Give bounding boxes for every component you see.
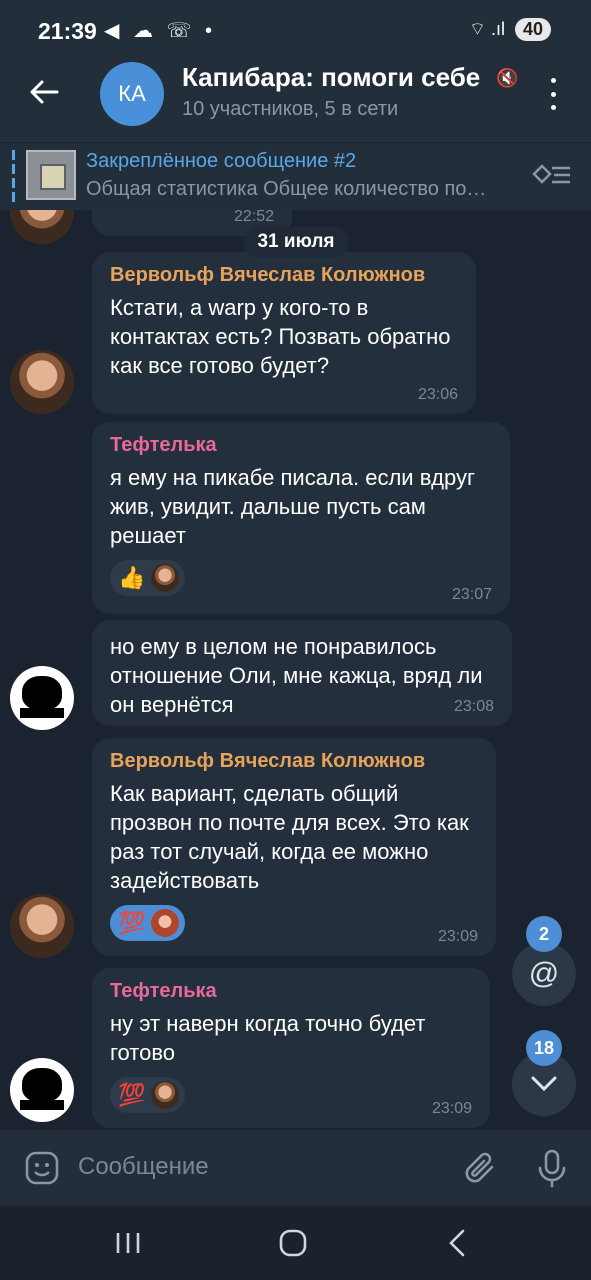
mute-icon: 🔇: [496, 68, 519, 88]
more-options-button[interactable]: [538, 74, 568, 114]
message-bubble[interactable]: но ему в целом не понравилось отношение …: [92, 620, 512, 726]
reaction-chip[interactable]: 👍: [110, 560, 186, 596]
message-text: ну эт наверн когда точно будет готово: [110, 1011, 426, 1065]
mentions-badge: 2: [526, 916, 562, 952]
message-text: я ему на пикабе писала. если вдруг жив, …: [110, 465, 475, 548]
message-time: 23:09: [431, 1100, 472, 1117]
reactions: 💯: [110, 905, 478, 941]
unread-badge: 18: [526, 1030, 562, 1066]
avatar[interactable]: [10, 1058, 74, 1122]
microphone-icon[interactable]: [536, 1148, 568, 1188]
at-icon: @: [528, 957, 560, 990]
status-right: ⌔ .ıl 40: [469, 18, 551, 41]
message-time: 23:06: [417, 386, 458, 403]
message-sender[interactable]: Тефтелька: [110, 434, 492, 457]
chat-avatar[interactable]: КА: [100, 62, 164, 126]
pinned-title: Закреплённое сообщение #2: [86, 150, 357, 172]
message-bubble[interactable]: Вервольф Вячеслав Колюжнов Кстати, а war…: [92, 252, 476, 414]
pinned-thumbnail: [26, 150, 76, 200]
date-separator: 31 июля: [243, 227, 349, 257]
message-text: Как вариант, сделать общий прозвон по по…: [110, 781, 469, 893]
battery-icon: 40: [514, 18, 551, 41]
message-text: Кстати, а warp у кого-то в контактах ест…: [110, 295, 451, 378]
status-notification-icons: ◀ ☁ ☏ •: [104, 20, 217, 42]
message-bubble[interactable]: Тефтелька я ему на пикабе писала. если в…: [92, 422, 510, 614]
reactions: 👍: [110, 560, 492, 596]
avatar[interactable]: [10, 350, 74, 414]
chat-area[interactable]: 22:52 Вервольф Вячеслав Колюжнов Кстати,…: [0, 210, 591, 1130]
reactions: 💯: [110, 1077, 472, 1113]
message-time: 23:09: [437, 928, 478, 945]
recent-apps-icon[interactable]: [114, 1230, 142, 1256]
arrow-left-icon: [30, 80, 59, 104]
message-sender[interactable]: Вервольф Вячеслав Колюжнов: [110, 750, 478, 773]
emoji-sticker-icon[interactable]: [24, 1150, 60, 1186]
message-text: но ему в целом не понравилось отношение …: [110, 634, 483, 717]
pinned-text: Общая статистика Общее количество по…: [86, 178, 487, 200]
message-sender[interactable]: Тефтелька: [110, 980, 472, 1003]
pinned-indicator: [12, 150, 15, 202]
reaction-chip[interactable]: 💯: [110, 905, 186, 941]
back-button[interactable]: [22, 70, 66, 114]
reaction-avatar: [151, 564, 180, 592]
message-time: 23:07: [451, 586, 492, 603]
message-bubble[interactable]: Вервольф Вячеслав Колюжнов Как вариант, …: [92, 738, 496, 956]
thumbs-up-icon: 👍: [118, 565, 146, 590]
chat-subtitle: 10 участников, 5 в сети: [182, 98, 399, 120]
message-time: 23:08: [453, 698, 494, 715]
reaction-avatar: [151, 1081, 180, 1109]
message-time: 22:52: [233, 210, 274, 225]
pinned-list-icon[interactable]: [532, 160, 572, 190]
reaction-avatar: [151, 909, 180, 937]
hundred-points-icon: 💯: [118, 1082, 146, 1107]
reaction-chip[interactable]: 💯: [110, 1077, 186, 1113]
signal-icon: ⌔ .ıl: [469, 19, 505, 39]
avatar[interactable]: [10, 894, 74, 958]
avatar[interactable]: [10, 666, 74, 730]
chat-title[interactable]: Капибара: помоги себе: [182, 62, 492, 93]
message-sender[interactable]: Вервольф Вячеслав Колюжнов: [110, 264, 458, 287]
status-time: 21:39: [38, 18, 97, 44]
home-icon[interactable]: [278, 1228, 308, 1258]
message-bubble[interactable]: Тефтелька ну эт наверн когда точно будет…: [92, 968, 490, 1128]
attach-icon[interactable]: [462, 1150, 498, 1188]
message-input[interactable]: Сообщение: [78, 1153, 209, 1181]
avatar[interactable]: [10, 210, 74, 244]
back-nav-icon[interactable]: [446, 1228, 468, 1258]
hundred-points-icon: 💯: [118, 910, 146, 935]
chevron-down-icon: [531, 1076, 557, 1092]
